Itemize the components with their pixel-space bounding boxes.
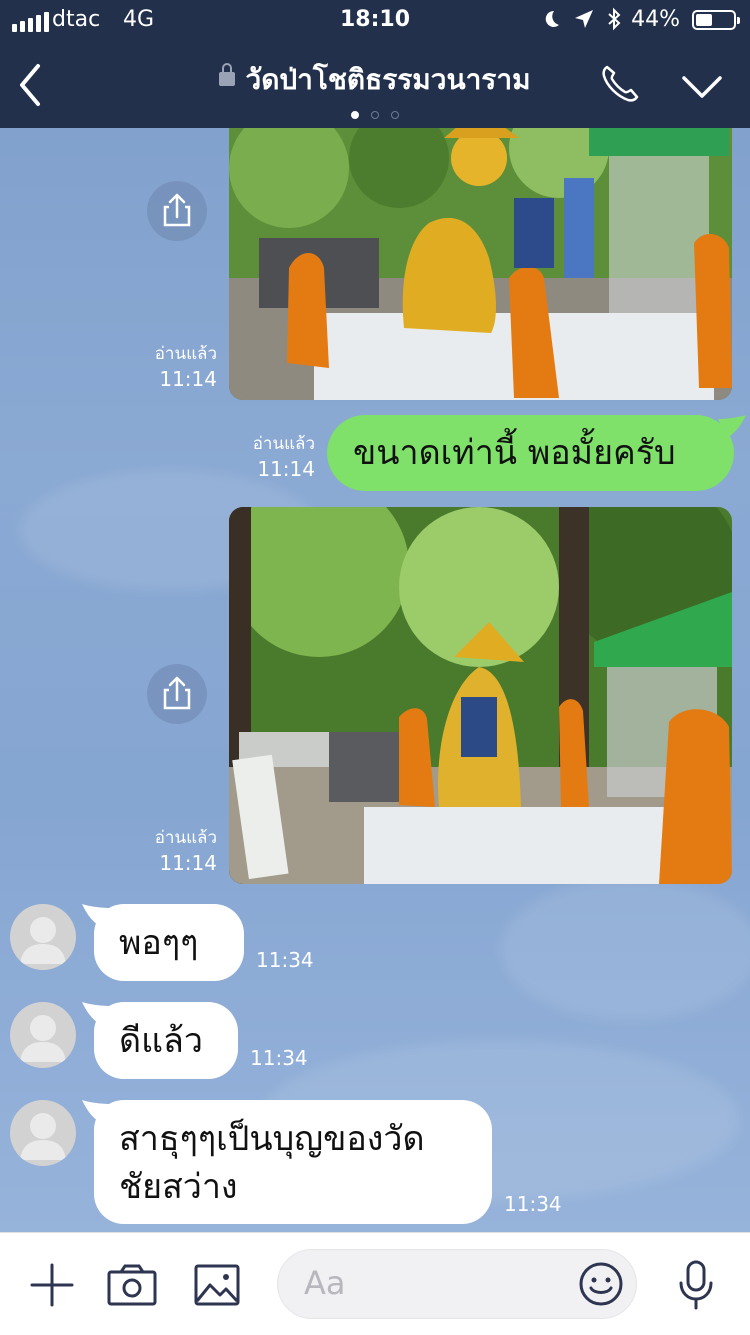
phone-icon[interactable] xyxy=(598,62,642,106)
chat-title-text: วัดป่าโชติธรรมวนาราม xyxy=(245,63,531,96)
moon-icon xyxy=(545,10,559,27)
message-time: 11:34 xyxy=(250,1046,308,1070)
default-user-icon xyxy=(20,917,66,964)
message-time: 11:14 xyxy=(257,457,315,481)
default-user-icon xyxy=(20,1113,66,1160)
message-meta: อ่านแล้ว 11:14 xyxy=(130,342,217,392)
message-time: 11:34 xyxy=(504,1192,562,1216)
page-indicator xyxy=(0,104,750,123)
read-receipt: อ่านแล้ว xyxy=(154,828,217,848)
image-icon[interactable] xyxy=(193,1263,241,1307)
message-time: 11:14 xyxy=(159,367,217,391)
read-receipt: อ่านแล้ว xyxy=(252,434,315,454)
message-time: 11:14 xyxy=(159,851,217,875)
plus-icon[interactable] xyxy=(28,1261,76,1309)
incoming-message-bubble[interactable]: ดีแล้ว xyxy=(94,1002,238,1079)
message-input-placeholder: Aa xyxy=(304,1264,346,1302)
microphone-icon[interactable] xyxy=(676,1259,716,1311)
default-user-icon xyxy=(20,1015,66,1062)
message-meta: อ่านแล้ว 11:14 xyxy=(130,826,217,876)
lock-icon xyxy=(219,63,236,86)
battery-percent: 44% xyxy=(631,7,680,32)
page-dot xyxy=(371,111,379,119)
status-icons xyxy=(540,7,622,33)
message-text-line: ชัยสว่าง xyxy=(119,1167,238,1207)
message-text: ขนาดเท่านี้ พอมั้ยครับ xyxy=(353,433,676,473)
share-button[interactable] xyxy=(147,181,207,241)
location-arrow-icon xyxy=(575,10,593,28)
chat-photo[interactable] xyxy=(229,128,732,400)
page-dot xyxy=(351,111,359,119)
incoming-message-bubble[interactable]: สาธุๆๆเป็นบุญของวัด ชัยสว่าง xyxy=(94,1100,492,1224)
emoji-icon[interactable] xyxy=(578,1261,624,1307)
page-dot xyxy=(391,111,399,119)
message-text: ดีแล้ว xyxy=(119,1021,203,1061)
share-button[interactable] xyxy=(147,664,207,724)
message-time: 11:34 xyxy=(256,948,314,972)
chat-photo[interactable] xyxy=(229,507,732,884)
photo-buddha-statue-site xyxy=(229,507,732,884)
message-text: พอๆๆ xyxy=(119,923,199,963)
incoming-message-bubble[interactable]: พอๆๆ xyxy=(94,904,244,981)
share-icon xyxy=(163,193,191,227)
share-icon xyxy=(163,676,191,710)
photo-buddha-statue-delivery xyxy=(229,128,732,400)
bluetooth-icon xyxy=(608,7,621,31)
status-bar: dtac 4G 18:10 44% xyxy=(0,0,750,40)
message-meta: อ่านแล้ว 11:14 xyxy=(228,432,315,482)
message-text-line: สาธุๆๆเป็นบุญของวัด xyxy=(119,1119,425,1159)
bubble-tail xyxy=(718,415,746,439)
header-bar: dtac 4G 18:10 44% วัดป่าโชติธรรมวนาราม xyxy=(0,0,750,128)
camera-icon[interactable] xyxy=(106,1263,158,1307)
avatar[interactable] xyxy=(10,904,76,970)
avatar[interactable] xyxy=(10,1002,76,1068)
composer-bar: Aa xyxy=(0,1232,750,1335)
message-input[interactable]: Aa xyxy=(277,1249,637,1319)
battery-icon xyxy=(692,10,740,30)
background-cloud xyxy=(500,880,750,1020)
read-receipt: อ่านแล้ว xyxy=(154,344,217,364)
chevron-down-icon[interactable] xyxy=(678,70,726,104)
outgoing-message-bubble[interactable]: ขนาดเท่านี้ พอมั้ยครับ xyxy=(327,415,734,491)
avatar[interactable] xyxy=(10,1100,76,1166)
